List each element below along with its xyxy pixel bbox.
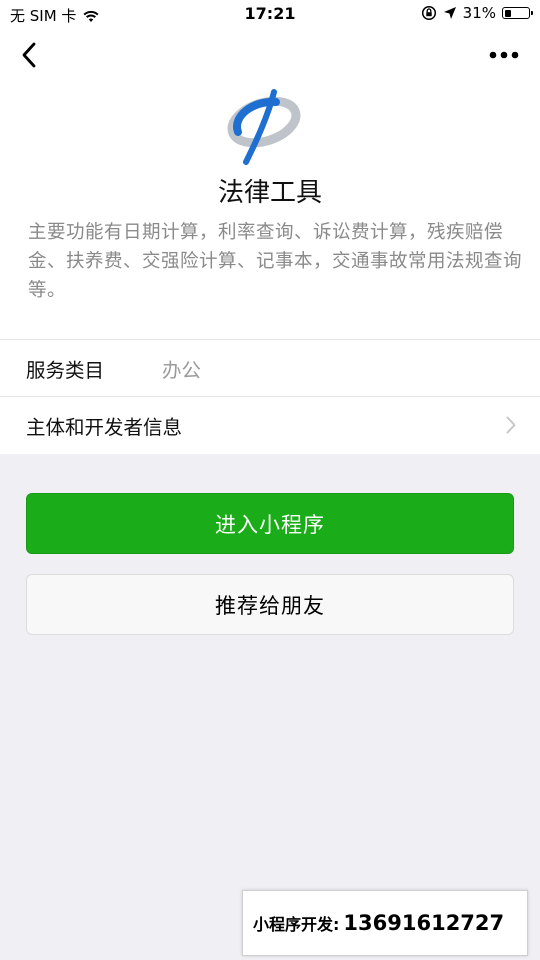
battery-icon (502, 7, 533, 19)
rotation-lock-icon (421, 5, 436, 21)
phi-logo-icon (227, 89, 301, 165)
recommend-to-friend-button[interactable]: 推荐给朋友 (26, 574, 514, 635)
back-button[interactable] (12, 38, 46, 72)
status-bar: 无 SIM 卡 17:21 31% (0, 0, 540, 30)
app-description: 主要功能有日期计算，利率查询、诉讼费计算，残疾赔偿金、扶养费、交强险计算、记事本… (28, 222, 523, 301)
chevron-left-icon (22, 42, 36, 68)
enter-mini-program-button[interactable]: 进入小程序 (26, 493, 514, 554)
promo-label: 小程序开发: (253, 915, 340, 934)
service-category-label: 服务类目 (26, 359, 105, 382)
app-name: 法律工具 (217, 178, 322, 208)
app-logo (224, 86, 304, 166)
battery-level (504, 9, 512, 17)
info-list: 服务类目 办公 主体和开发者信息 (0, 339, 540, 453)
developer-info-row[interactable]: 主体和开发者信息 (0, 397, 540, 453)
promo-banner: 小程序开发: 13691612727 (242, 890, 528, 956)
promo-phone: 13691612727 (343, 911, 505, 935)
battery-percent: 31% (462, 4, 496, 22)
location-arrow-icon (443, 7, 456, 19)
more-dots-icon (489, 51, 519, 59)
developer-info-label: 主体和开发者信息 (26, 416, 183, 439)
chevron-right-icon (506, 416, 516, 434)
service-category-row: 服务类目 办公 (0, 340, 540, 397)
more-button[interactable] (484, 40, 524, 70)
service-category-value: 办公 (162, 359, 202, 382)
status-right: 31% (415, 4, 533, 22)
